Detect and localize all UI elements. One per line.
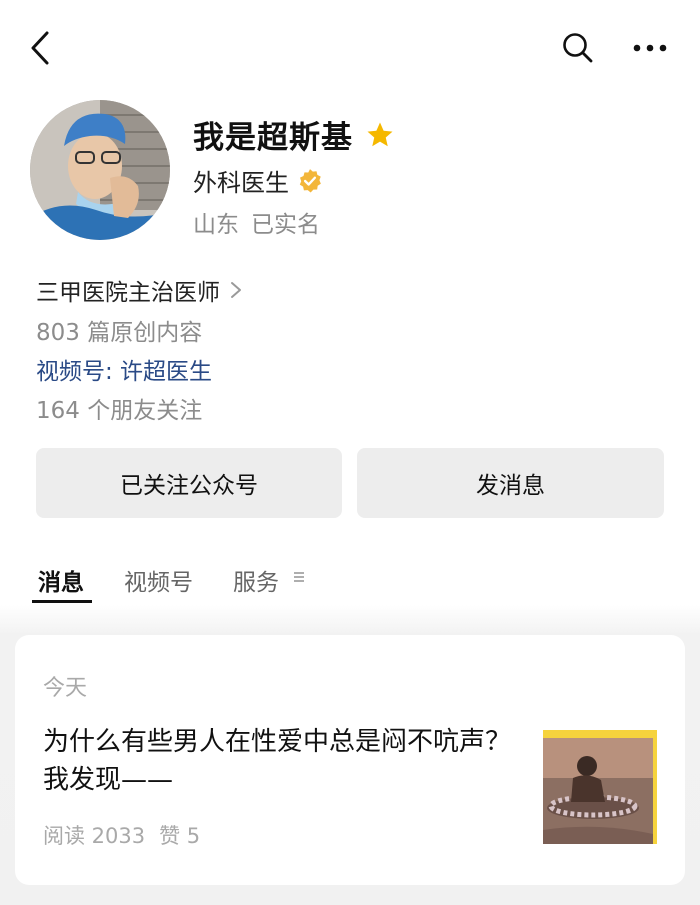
more-button[interactable]: [630, 30, 670, 66]
article-stats: 阅读 2033 赞 5: [43, 820, 200, 850]
read-count: 阅读 2033: [43, 824, 146, 848]
article-count: 803 篇原创内容: [36, 320, 203, 346]
location-row: 山东 已实名: [193, 205, 320, 239]
avatar-image: [30, 100, 170, 240]
tab-video[interactable]: 视频号: [124, 563, 193, 597]
search-button[interactable]: [558, 28, 598, 68]
star-icon[interactable]: [365, 120, 395, 150]
verified-badge-icon: [299, 168, 321, 192]
top-bar: [0, 0, 700, 95]
article-thumbnail[interactable]: [543, 730, 657, 844]
chevron-left-icon: [31, 31, 49, 65]
chevron-right-icon: [231, 282, 241, 298]
tab-bar: 消息 视频号 服务: [0, 555, 700, 605]
active-tab-indicator: [32, 600, 92, 603]
friends-following: 164 个朋友关注: [36, 398, 203, 424]
article-card[interactable]: 今天 为什么有些男人在性爱中总是闷不吭声？我发现—— 阅读 2033 赞 5: [15, 635, 685, 885]
avatar[interactable]: [30, 100, 170, 240]
back-button[interactable]: [22, 28, 58, 68]
title-row: 外科医生: [193, 163, 323, 198]
name-row: 我是超斯基: [193, 112, 395, 157]
like-count: 赞 5: [159, 824, 201, 848]
article-title[interactable]: 为什么有些男人在性爱中总是闷不吭声？我发现——: [43, 723, 513, 799]
followed-button[interactable]: 已关注公众号: [36, 448, 342, 518]
real-name-status: 已实名: [251, 212, 320, 238]
more-dots-icon: [633, 44, 667, 52]
post-date: 今天: [43, 676, 88, 701]
location-text: 山东: [193, 212, 239, 238]
video-account-link[interactable]: 视频号: 许超医生: [36, 352, 212, 386]
job-title: 外科医生: [193, 169, 289, 197]
tab-services[interactable]: 服务: [233, 563, 279, 597]
account-name: 我是超斯基: [193, 120, 353, 156]
send-message-button[interactable]: 发消息: [357, 448, 664, 518]
position-text: 三甲医院主治医师: [36, 280, 220, 306]
search-icon: [563, 33, 593, 63]
menu-lines-icon: [294, 572, 304, 582]
tab-messages[interactable]: 消息: [38, 563, 84, 597]
thumbnail-image: [543, 730, 657, 844]
position-link[interactable]: 三甲医院主治医师: [36, 273, 242, 307]
